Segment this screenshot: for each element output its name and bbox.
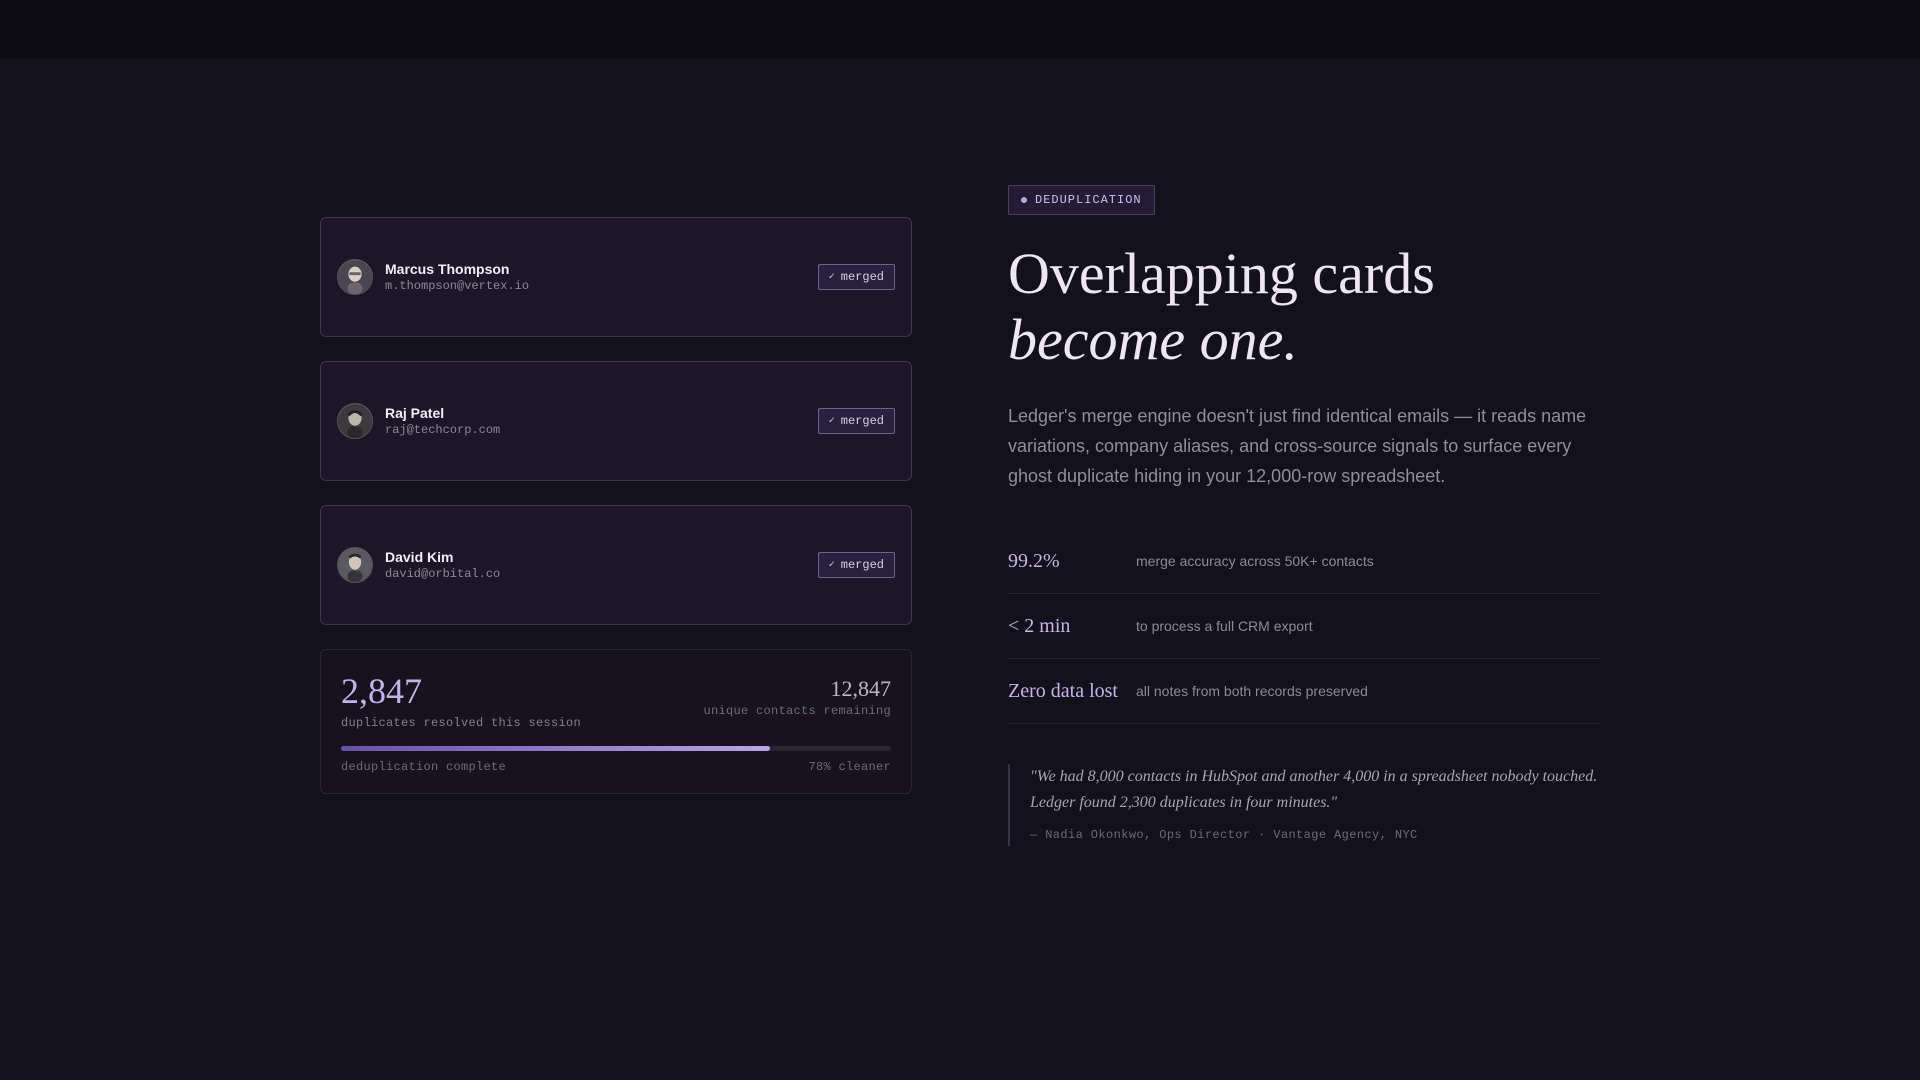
merged-badge-label: merged xyxy=(840,270,884,284)
top-bar xyxy=(0,0,1920,58)
section-tag: DEDUPLICATION xyxy=(1008,185,1155,215)
page-title: Overlapping cards become one. xyxy=(1008,241,1600,373)
contact-email: david@orbital.co xyxy=(385,567,501,581)
contact-name: David Kim xyxy=(385,549,454,565)
merged-badge-label: merged xyxy=(840,414,884,428)
merged-badge: ✓ merged xyxy=(817,264,895,290)
section-tag-label: DEDUPLICATION xyxy=(1035,193,1142,207)
hero-column: DEDUPLICATION Overlapping cards become o… xyxy=(1008,185,1600,846)
avatar xyxy=(337,259,373,295)
session-stats-card: 2,847 duplicates resolved this session 1… xyxy=(320,649,912,794)
check-icon: ✓ xyxy=(828,272,835,283)
metric-row: Zero data lost all notes from both recor… xyxy=(1008,659,1600,724)
metric-label: to process a full CRM export xyxy=(1136,618,1313,634)
person-avatar-icon xyxy=(338,548,372,582)
testimonial-quote: "We had 8,000 contacts in HubSpot and an… xyxy=(1030,768,1598,811)
metrics-list: 99.2% merge accuracy across 50K+ contact… xyxy=(1008,529,1600,724)
contact-email: raj@techcorp.com xyxy=(385,423,501,437)
check-icon: ✓ xyxy=(828,416,835,427)
metric-value: < 2 min xyxy=(1008,614,1071,637)
progress-percent-label: 78% cleaner xyxy=(808,760,891,774)
avatar xyxy=(337,403,373,439)
progress-fill xyxy=(341,746,770,751)
testimonial-attribution: — Nadia Okonkwo, Ops Director · Vantage … xyxy=(1030,828,1418,842)
testimonial: "We had 8,000 contacts in HubSpot and an… xyxy=(1008,764,1600,846)
progress-bar xyxy=(341,746,891,751)
contact-name: Marcus Thompson xyxy=(385,261,510,277)
contact-card[interactable]: David Kim david@orbital.co ✓ merged xyxy=(320,505,912,625)
resolved-label: duplicates resolved this session xyxy=(341,716,582,730)
metric-value: 99.2% xyxy=(1008,549,1060,572)
progress-label: deduplication complete xyxy=(341,760,507,774)
contact-name: Raj Patel xyxy=(385,405,445,421)
merged-badge-label: merged xyxy=(840,558,884,572)
contact-info: David Kim david@orbital.co xyxy=(385,548,818,582)
dot-icon xyxy=(1021,197,1027,203)
merged-badge: ✓ merged xyxy=(817,408,895,434)
unique-label: unique contacts remaining xyxy=(703,704,891,718)
person-avatar-icon xyxy=(338,404,372,438)
contact-card[interactable]: Marcus Thompson m.thompson@vertex.io ✓ m… xyxy=(320,217,912,337)
hero-description: Ledger's merge engine doesn't just find … xyxy=(1008,406,1587,486)
headline-line-1: Overlapping cards xyxy=(1008,241,1435,306)
contact-email: m.thompson@vertex.io xyxy=(385,279,530,293)
merged-badge: ✓ merged xyxy=(817,552,895,578)
metric-label: all notes from both records preserved xyxy=(1136,683,1368,699)
check-icon: ✓ xyxy=(828,560,835,571)
contact-cards-column: Marcus Thompson m.thompson@vertex.io ✓ m… xyxy=(320,217,912,794)
avatar xyxy=(337,547,373,583)
progress-meta: deduplication complete 78% cleaner xyxy=(341,760,891,774)
contact-info: Marcus Thompson m.thompson@vertex.io xyxy=(385,260,818,294)
contact-info: Raj Patel raj@techcorp.com xyxy=(385,404,818,438)
metric-row: < 2 min to process a full CRM export xyxy=(1008,594,1600,659)
metric-value: Zero data lost xyxy=(1008,679,1118,702)
unique-count: 12,847 xyxy=(830,676,892,701)
metric-label: merge accuracy across 50K+ contacts xyxy=(1136,553,1374,569)
unique-contacts-stat: 12,847 unique contacts remaining xyxy=(703,676,891,718)
headline-line-2: become one. xyxy=(1008,307,1298,372)
metric-row: 99.2% merge accuracy across 50K+ contact… xyxy=(1008,529,1600,594)
contact-card[interactable]: Raj Patel raj@techcorp.com ✓ merged xyxy=(320,361,912,481)
person-avatar-icon xyxy=(338,260,372,294)
